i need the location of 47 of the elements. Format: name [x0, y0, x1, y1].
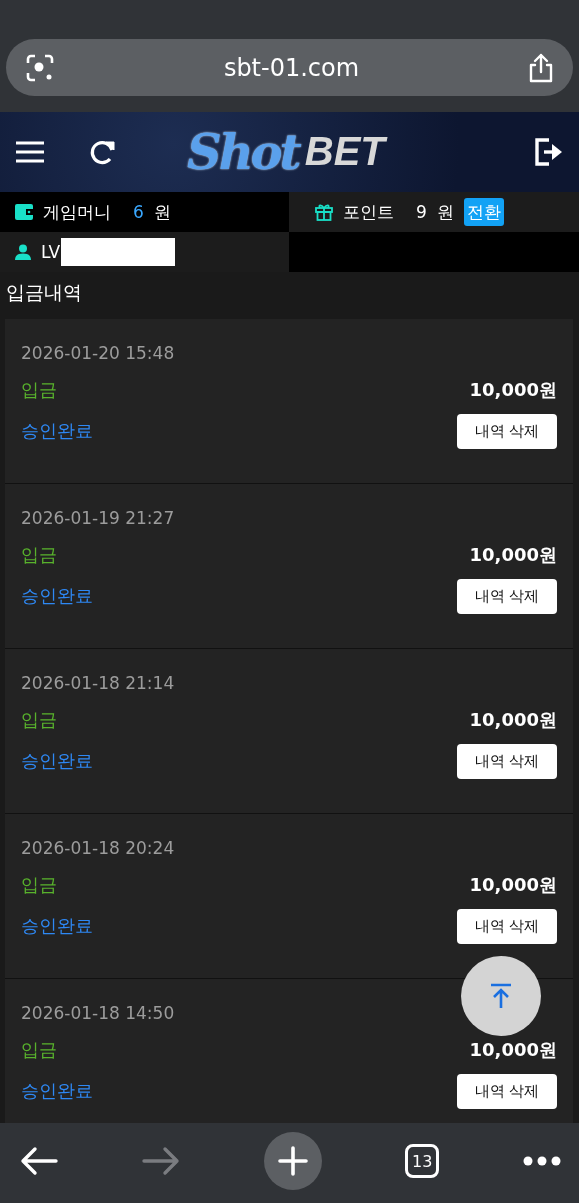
type-label: 입금: [21, 708, 57, 732]
status-label: 승인완료: [21, 749, 93, 773]
amount-text: 10,000원: [469, 708, 557, 732]
plus-icon: [277, 1146, 308, 1176]
label-text: 게임머니: [43, 200, 111, 224]
gift-icon: [315, 203, 333, 221]
amount-text: 10,000원: [469, 873, 557, 897]
status-label: 승인완료: [21, 914, 93, 938]
type-label: 입금: [21, 378, 57, 402]
type-label: 입금: [21, 873, 57, 897]
status-label: 승인완료: [21, 419, 93, 443]
address-bar[interactable]: sbt-01.com: [6, 39, 573, 96]
amount-text: 10,000원: [469, 543, 557, 567]
more-icon[interactable]: [523, 1156, 561, 1166]
url-text: sbt-01.com: [223, 53, 360, 82]
label-text: 포인트: [343, 200, 394, 224]
date-text: 2026-01-19 21:27: [21, 508, 175, 528]
refresh-icon[interactable]: [89, 138, 117, 166]
logout-icon[interactable]: [535, 138, 563, 166]
wallet-icon: [15, 204, 33, 220]
arrow-up-icon: [489, 983, 513, 1009]
page-title: 입금내역: [5, 280, 83, 305]
menu-icon[interactable]: [16, 140, 44, 164]
amount-text: 10,000원: [469, 1038, 557, 1062]
level-text: LV: [41, 242, 61, 262]
delete-button[interactable]: 내역 삭제: [457, 743, 557, 779]
share-icon[interactable]: [527, 51, 555, 84]
status-label: 승인완료: [21, 1079, 93, 1103]
type-label: 입금: [21, 543, 57, 567]
delete-button[interactable]: 내역 삭제: [457, 1073, 557, 1109]
delete-button[interactable]: 내역 삭제: [457, 578, 557, 614]
back-icon[interactable]: [20, 1146, 58, 1176]
amount-text: 6: [133, 202, 144, 222]
amount-text: 9: [416, 202, 427, 222]
unit-text: 원: [436, 200, 454, 224]
amount-text: 10,000원: [469, 378, 557, 402]
delete-button[interactable]: 내역 삭제: [457, 908, 557, 944]
type-label: 입금: [21, 1038, 57, 1062]
date-text: 2026-01-18 21:14: [21, 673, 175, 693]
date-text: 2026-01-18 14:50: [21, 1003, 175, 1023]
delete-button[interactable]: 내역 삭제: [457, 413, 557, 449]
date-text: 2026-01-18 20:24: [21, 838, 175, 858]
unit-text: 원: [153, 200, 171, 224]
user-icon: [15, 244, 31, 260]
status-label: 승인완료: [21, 584, 93, 608]
tab-count[interactable]: 13: [405, 1144, 440, 1178]
date-text: 2026-01-20 15:48: [21, 343, 175, 363]
